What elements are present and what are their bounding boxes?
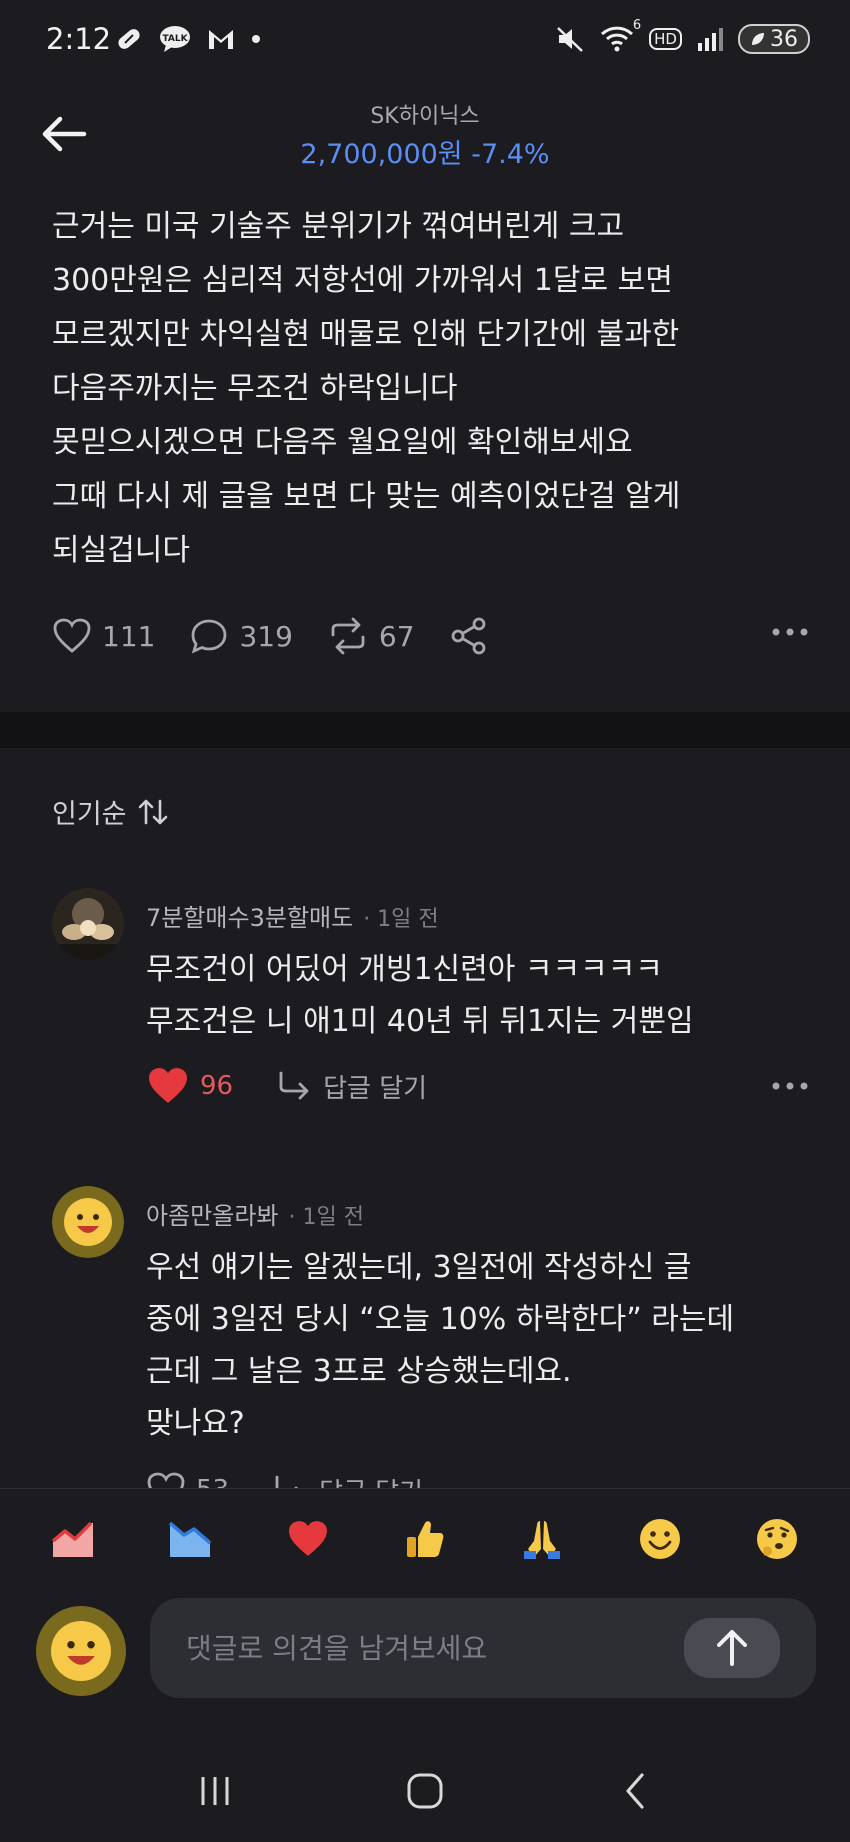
repost-button[interactable]: 67: [327, 617, 415, 655]
comment-like-button[interactable]: 53: [146, 1471, 273, 1488]
battery-leaf-icon: [752, 33, 764, 45]
signal-icon: [698, 28, 723, 51]
arrow-up-icon: [717, 1630, 747, 1666]
repost-count: 67: [378, 619, 415, 653]
fall-chart-icon: [169, 1521, 212, 1557]
hd-icon: HD: [649, 28, 682, 50]
status-right-icons: 6 HD 36: [555, 18, 810, 54]
heart-filled-icon: [149, 1068, 187, 1103]
avatar[interactable]: [52, 1186, 124, 1258]
recent-apps-icon: [201, 1777, 229, 1805]
stock-price-line: 2,700,000원 -7.4%: [0, 132, 850, 171]
send-button[interactable]: [684, 1618, 780, 1678]
home-button[interactable]: [385, 1761, 465, 1821]
thumbs-up-icon: [406, 1521, 444, 1557]
comment-item: 7분할매수3분할매도 · 1일 전 무조건이 어딨어 개빙1신련아 ㅋㅋㅋㅋㅋ …: [52, 888, 812, 1118]
comment-author[interactable]: 7분할매수3분할매도: [146, 898, 353, 933]
reply-label: 답글 달기: [319, 1472, 423, 1489]
comment-time: · 1일 전: [363, 907, 439, 932]
my-avatar[interactable]: [36, 1606, 126, 1696]
comment-more-button[interactable]: [768, 1076, 812, 1100]
smiley-avatar-icon: [52, 1186, 124, 1258]
comment-bubble-icon: [192, 619, 227, 654]
gmail-icon: [209, 30, 233, 49]
repost-icon: [331, 617, 365, 655]
avatar[interactable]: [52, 888, 124, 960]
reaction-thumbs-up[interactable]: [402, 1516, 448, 1562]
avatar-photo-icon: [52, 888, 124, 960]
post-body: 근거는 미국 기술주 분위기가 꺾여버린게 크고 300만원은 심리적 저항선에…: [52, 209, 681, 568]
system-back-button[interactable]: [595, 1761, 675, 1821]
rise-chart-icon: [51, 1521, 93, 1557]
stock-price: 2,700,000원: [300, 139, 463, 170]
comment-input[interactable]: [186, 1598, 686, 1698]
comment-text: 우선 얘기는 알겠는데, 3일전에 작성하신 글 중에 3일전 당시 “오늘 1…: [146, 1250, 735, 1441]
reply-arrow-icon: [275, 1475, 299, 1488]
comment-time: · 1일 전: [288, 1205, 364, 1230]
more-dots-icon: [772, 1082, 808, 1090]
like-count: 111: [102, 619, 156, 653]
comment-like-count: 53: [196, 1475, 229, 1488]
comment-button[interactable]: 319: [189, 617, 293, 655]
smiley-avatar-icon: [36, 1606, 126, 1696]
like-button[interactable]: 111: [52, 617, 155, 655]
comment-text: 무조건이 어딨어 개빙1신련아 ㅋㅋㅋㅋㅋ 무조건은 니 애1미 40년 뒤 뒤…: [146, 952, 694, 1039]
reaction-smile[interactable]: [637, 1516, 683, 1562]
dot-icon: [252, 35, 260, 43]
reaction-fall-chart[interactable]: [167, 1516, 213, 1562]
post-actions: 111 319 67: [52, 612, 812, 660]
stock-change: -7.4%: [471, 139, 550, 170]
comment-like-button[interactable]: 96: [146, 1066, 277, 1106]
status-notification-icons: TALK: [114, 24, 262, 54]
heart-outline-icon: [53, 618, 91, 653]
home-icon: [407, 1773, 443, 1809]
reaction-heart[interactable]: [285, 1516, 331, 1562]
status-time: 2:12: [46, 22, 112, 56]
comment-author[interactable]: 아좀만올라봐: [146, 1196, 278, 1231]
comment-actions: 53 답글 달기: [146, 1468, 812, 1488]
comment-like-count: 96: [200, 1071, 234, 1101]
reaction-pray[interactable]: [519, 1516, 565, 1562]
mute-icon: [557, 27, 584, 52]
recent-apps-button[interactable]: [175, 1761, 255, 1821]
smile-icon: [639, 1519, 680, 1559]
sort-label: 인기순: [52, 799, 127, 830]
comment-count: 319: [239, 619, 293, 653]
section-divider: [0, 712, 850, 748]
heart-icon: [288, 1521, 327, 1556]
reply-button[interactable]: 답글 달기: [277, 1068, 427, 1105]
sort-arrows-icon: [138, 799, 167, 824]
comment-item: 아좀만올라봐 · 1일 전 우선 얘기는 알겠는데, 3일전에 작성하신 글 중…: [52, 1186, 812, 1488]
talk-icon: TALK: [160, 26, 190, 52]
battery-level: 36: [770, 26, 798, 52]
comment-actions: 96 답글 달기: [146, 1064, 812, 1108]
share-button[interactable]: [449, 616, 489, 656]
battery-indicator: 36: [738, 24, 810, 54]
reaction-rise-chart[interactable]: [50, 1516, 96, 1562]
comment-header: 아좀만올라봐 · 1일 전: [146, 1196, 364, 1231]
reaction-thinking[interactable]: [754, 1516, 800, 1562]
wifi-badge: 6: [632, 18, 642, 33]
share-icon: [451, 617, 485, 655]
reply-arrow-icon: [279, 1071, 309, 1100]
reply-button[interactable]: 답글 달기: [273, 1472, 423, 1489]
more-dots-icon: [772, 628, 808, 636]
post-more-button[interactable]: [768, 622, 812, 642]
reply-label: 답글 달기: [323, 1073, 428, 1104]
thinking-face-icon: [756, 1519, 797, 1559]
svg-text:TALK: TALK: [162, 34, 188, 44]
comment-composer: [150, 1598, 816, 1698]
reaction-bar: [50, 1516, 800, 1562]
system-nav-bar: [0, 1740, 850, 1842]
comment-header: 7분할매수3분할매도 · 1일 전: [146, 898, 439, 933]
stock-name[interactable]: SK하이닉스: [0, 98, 850, 130]
heart-outline-icon: [147, 1472, 185, 1488]
wifi-icon: [601, 26, 634, 52]
chevron-left-icon: [626, 1773, 644, 1809]
pill-icon: [118, 29, 140, 49]
pray-icon: [524, 1521, 561, 1559]
sort-toggle[interactable]: 인기순: [52, 792, 169, 831]
